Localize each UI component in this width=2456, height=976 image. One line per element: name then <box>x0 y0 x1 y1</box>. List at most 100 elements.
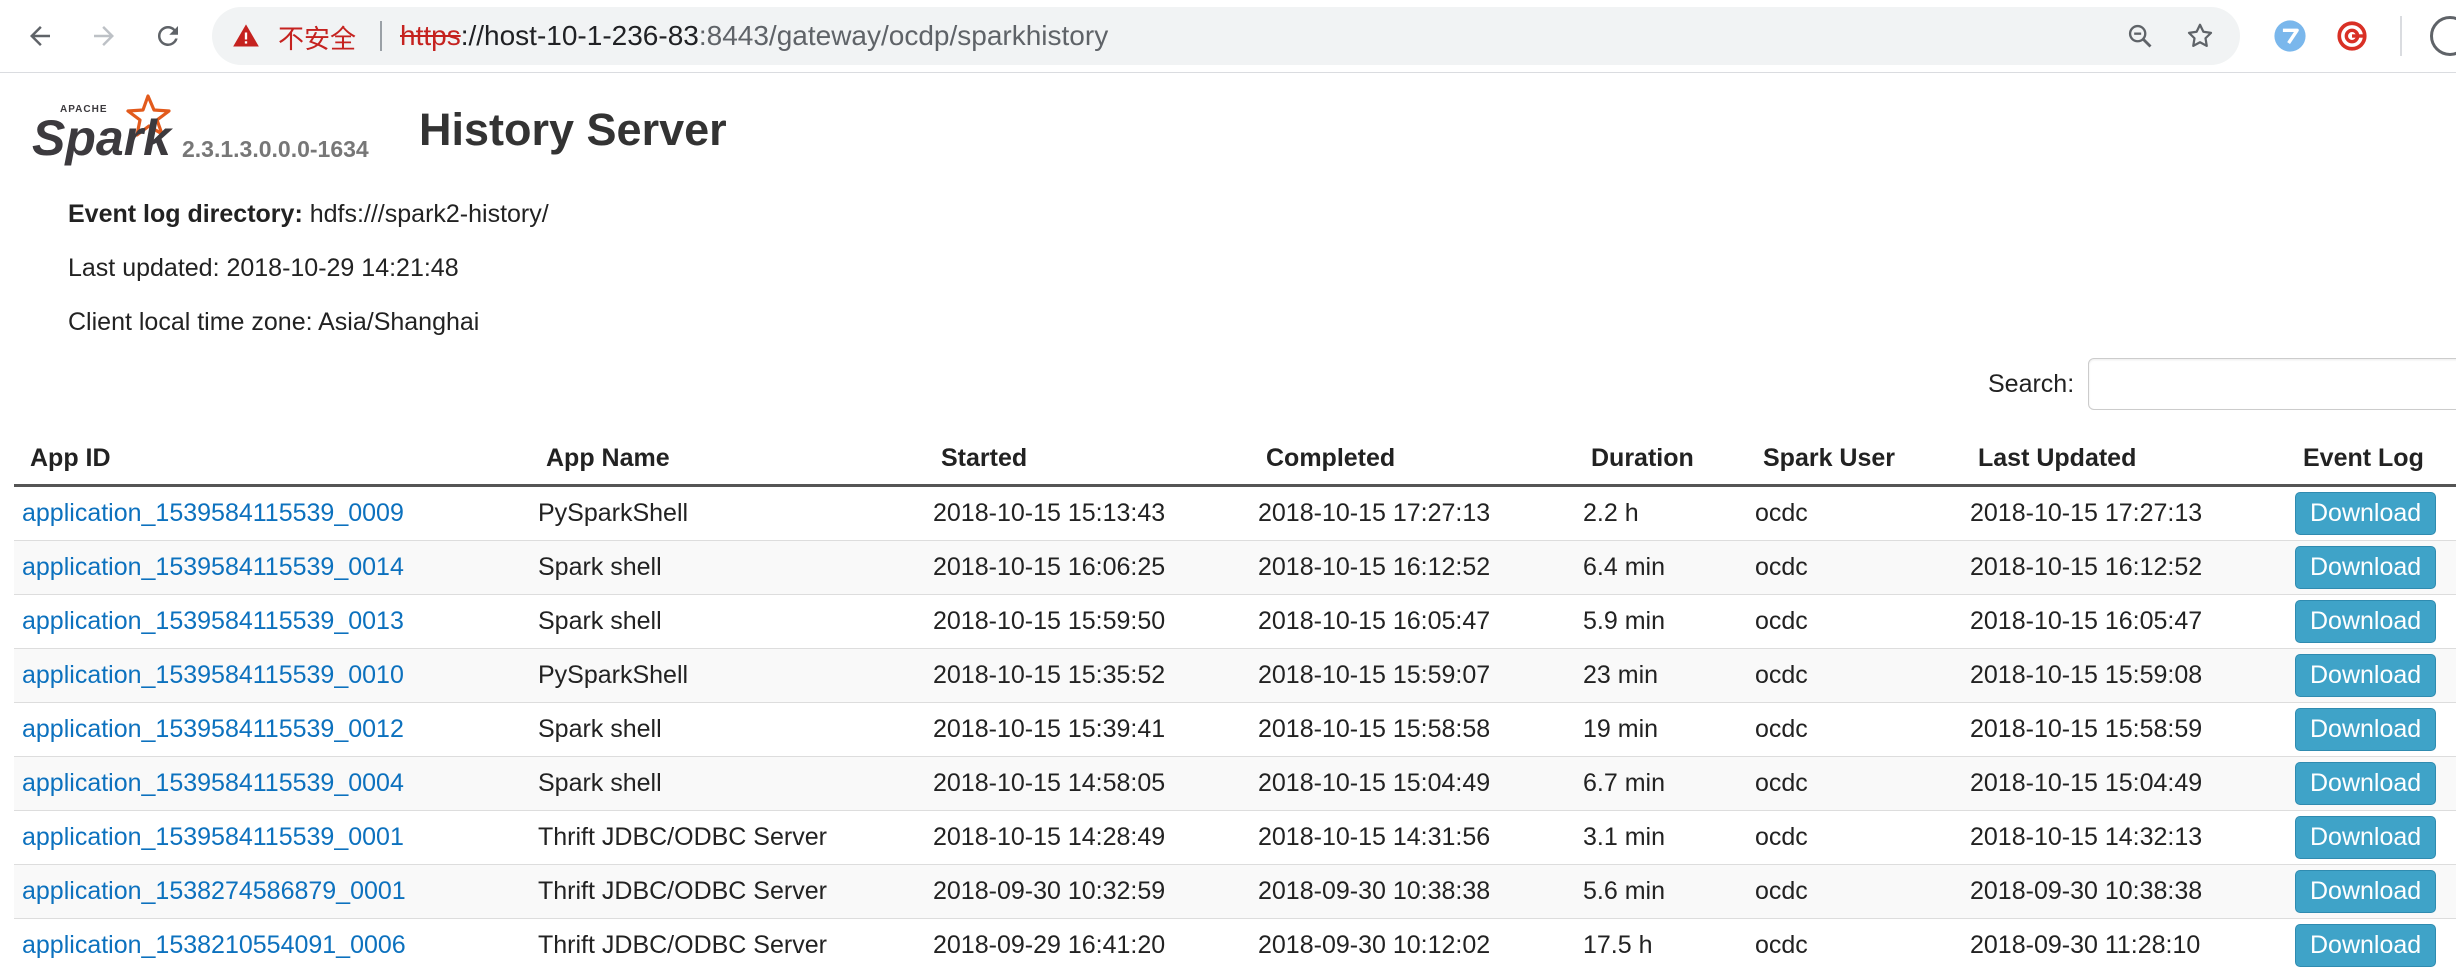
event-log-label: Event log directory: <box>68 200 303 228</box>
cell-last-updated: 2018-10-15 15:58:59 <box>1962 702 2287 757</box>
target-icon[interactable] <box>2334 18 2370 54</box>
table-row: application_1539584115539_0014 Spark shel… <box>14 540 2456 595</box>
cell-last-updated: 2018-09-30 11:28:10 <box>1962 918 2287 972</box>
cell-app-name: Thrift JDBC/ODBC Server <box>530 810 925 865</box>
page-title: History Server <box>419 104 727 155</box>
cell-app-name: Thrift JDBC/ODBC Server <box>530 864 925 919</box>
app-id-link[interactable]: application_1539584115539_0004 <box>22 769 404 797</box>
table-header-row: App ID App Name Started Completed Durati… <box>14 432 2456 487</box>
app-id-link[interactable]: application_1539584115539_0012 <box>22 715 404 743</box>
table-row: application_1539584115539_0012 Spark shel… <box>14 702 2456 757</box>
spark-version: 2.3.1.3.0.0.0-1634 <box>182 136 369 162</box>
cell-spark-user: ocdc <box>1747 648 1962 703</box>
cell-last-updated: 2018-09-30 10:38:38 <box>1962 864 2287 919</box>
cell-duration: 19 min <box>1575 702 1747 757</box>
url-port: :8443 <box>698 20 769 51</box>
cell-last-updated: 2018-10-15 17:27:13 <box>1962 485 2287 541</box>
table-row: application_1539584115539_0009 PySparkShe… <box>14 485 2456 541</box>
cell-started: 2018-10-15 15:59:50 <box>925 594 1250 649</box>
app-id-link[interactable]: application_1539584115539_0013 <box>22 607 404 635</box>
cell-event-log: Download <box>2287 810 2456 865</box>
column-header-duration[interactable]: Duration <box>1575 432 1747 487</box>
column-header-completed[interactable]: Completed <box>1250 432 1575 487</box>
security-status[interactable]: 不安全 <box>278 19 356 56</box>
column-header-app-name[interactable]: App Name <box>530 432 925 487</box>
download-button[interactable]: Download <box>2295 546 2437 589</box>
cell-event-log: Download <box>2287 540 2456 595</box>
client-timezone: Client local time zone: Asia/Shanghai <box>68 308 480 336</box>
search-input[interactable] <box>2088 358 2456 410</box>
column-header-event-log[interactable]: Event Log <box>2287 432 2456 487</box>
cell-event-log: Download <box>2287 864 2456 919</box>
cell-last-updated: 2018-10-15 15:59:08 <box>1962 648 2287 703</box>
download-button[interactable]: Download <box>2295 870 2437 913</box>
cell-app-name: PySparkShell <box>530 485 925 541</box>
back-icon[interactable] <box>18 14 62 58</box>
download-button[interactable]: Download <box>2295 924 2437 967</box>
applications-table: App ID App Name Started Completed Durati… <box>14 432 2456 972</box>
table-row: application_1539584115539_0013 Spark shel… <box>14 594 2456 649</box>
download-button[interactable]: Download <box>2295 600 2437 643</box>
table-row: application_1539584115539_0010 PySparkShe… <box>14 648 2456 703</box>
table-row: application_1539584115539_0004 Spark shel… <box>14 756 2456 811</box>
cell-spark-user: ocdc <box>1747 540 1962 595</box>
download-button[interactable]: Download <box>2295 708 2437 751</box>
cell-completed: 2018-10-15 15:59:07 <box>1250 648 1575 703</box>
download-button[interactable]: Download <box>2295 762 2437 805</box>
cell-app-id: application_1539584115539_0009 <box>14 485 530 541</box>
cell-started: 2018-10-15 16:06:25 <box>925 540 1250 595</box>
cell-completed: 2018-10-15 16:12:52 <box>1250 540 1575 595</box>
cell-started: 2018-10-15 14:28:49 <box>925 810 1250 865</box>
zoom-icon[interactable] <box>2124 20 2156 52</box>
cell-duration: 23 min <box>1575 648 1747 703</box>
cell-completed: 2018-10-15 14:31:56 <box>1250 810 1575 865</box>
app-id-link[interactable]: application_1539584115539_0009 <box>22 499 404 527</box>
cell-app-id: application_1539584115539_0014 <box>14 540 530 595</box>
column-header-spark-user[interactable]: Spark User <box>1747 432 1962 487</box>
reload-icon[interactable] <box>146 14 190 58</box>
download-button[interactable]: Download <box>2295 816 2437 859</box>
cell-event-log: Download <box>2287 918 2456 972</box>
url-text[interactable]: https://host-10-1-236-83:8443/gateway/oc… <box>400 20 1108 52</box>
star-icon[interactable] <box>2184 20 2216 52</box>
app-id-link[interactable]: application_1539584115539_0010 <box>22 661 404 689</box>
cell-completed: 2018-09-30 10:12:02 <box>1250 918 1575 972</box>
cell-app-id: application_1538274586879_0001 <box>14 864 530 919</box>
cell-started: 2018-09-30 10:32:59 <box>925 864 1250 919</box>
toolbar-divider <box>2400 16 2402 56</box>
cell-app-name: Spark shell <box>530 702 925 757</box>
address-bar[interactable]: 不安全 https://host-10-1-236-83:8443/gatewa… <box>212 7 2240 65</box>
cell-spark-user: ocdc <box>1747 594 1962 649</box>
cell-duration: 5.6 min <box>1575 864 1747 919</box>
cell-app-name: Thrift JDBC/ODBC Server <box>530 918 925 972</box>
cell-app-id: application_1539584115539_0010 <box>14 648 530 703</box>
cell-completed: 2018-10-15 15:04:49 <box>1250 756 1575 811</box>
url-host: ://host-10-1-236-83 <box>460 20 699 51</box>
cell-spark-user: ocdc <box>1747 864 1962 919</box>
cell-started: 2018-10-15 15:35:52 <box>925 648 1250 703</box>
app-id-link[interactable]: application_1538210554091_0006 <box>22 931 406 959</box>
omnibox-divider <box>380 21 382 51</box>
profile-avatar[interactable] <box>2430 16 2456 56</box>
download-button[interactable]: Download <box>2295 492 2437 535</box>
cell-started: 2018-09-29 16:41:20 <box>925 918 1250 972</box>
download-button[interactable]: Download <box>2295 654 2437 697</box>
cell-completed: 2018-10-15 16:05:47 <box>1250 594 1575 649</box>
app-id-link[interactable]: application_1539584115539_0001 <box>22 823 404 851</box>
table-row: application_1538210554091_0006 Thrift JDB… <box>14 918 2456 972</box>
cell-duration: 6.4 min <box>1575 540 1747 595</box>
cell-started: 2018-10-15 14:58:05 <box>925 756 1250 811</box>
url-scheme: https <box>400 20 461 51</box>
cell-duration: 3.1 min <box>1575 810 1747 865</box>
forward-icon[interactable] <box>82 14 126 58</box>
cell-completed: 2018-10-15 15:58:58 <box>1250 702 1575 757</box>
table-row: application_1538274586879_0001 Thrift JDB… <box>14 864 2456 919</box>
cell-last-updated: 2018-10-15 15:04:49 <box>1962 756 2287 811</box>
cell-app-name: PySparkShell <box>530 648 925 703</box>
column-header-app-id[interactable]: App ID <box>14 432 530 487</box>
app-id-link[interactable]: application_1538274586879_0001 <box>22 877 406 905</box>
extension-icon[interactable] <box>2272 18 2308 54</box>
app-id-link[interactable]: application_1539584115539_0014 <box>22 553 404 581</box>
column-header-last-updated[interactable]: Last Updated <box>1962 432 2287 487</box>
column-header-started[interactable]: Started <box>925 432 1250 487</box>
